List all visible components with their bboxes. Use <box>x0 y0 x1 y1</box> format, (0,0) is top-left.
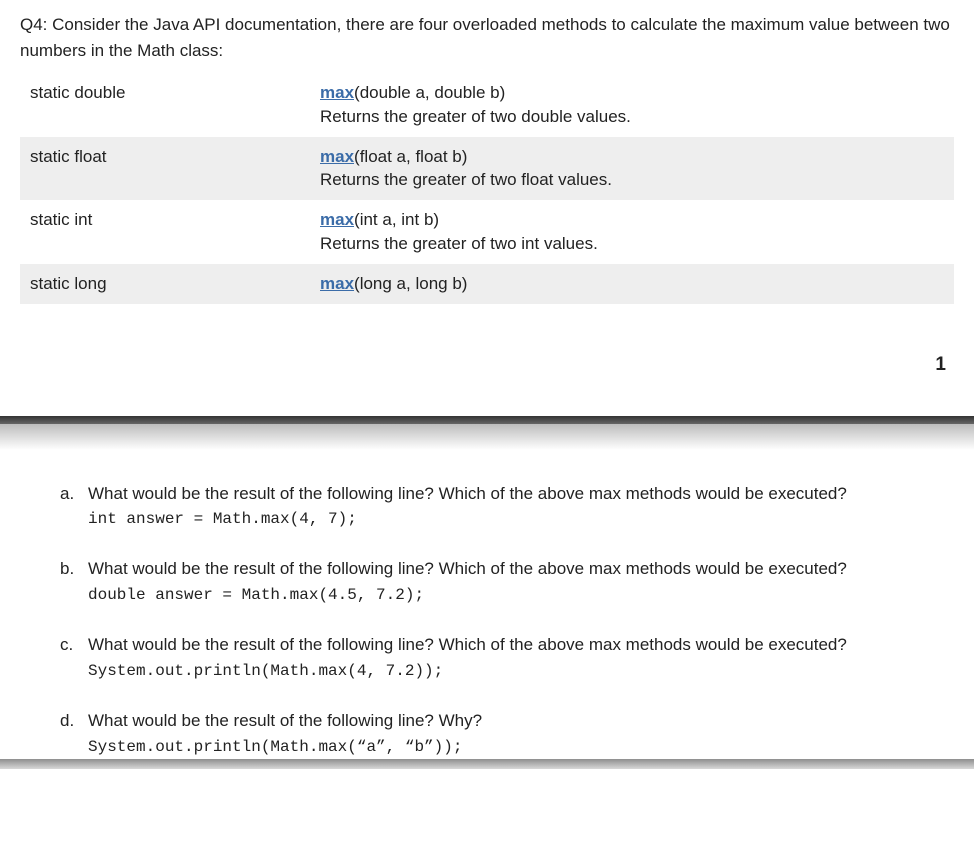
list-item: d. What would be the result of the follo… <box>60 709 954 759</box>
return-type: static long <box>20 264 310 304</box>
page-number: 1 <box>0 304 974 416</box>
return-type: static double <box>20 73 310 137</box>
code-line: double answer = Math.max(4.5, 7.2); <box>88 584 954 607</box>
method-cell: max(double a, double b) Returns the grea… <box>310 73 954 137</box>
table-row: static double max(double a, double b) Re… <box>20 73 954 137</box>
list-item: c. What would be the result of the follo… <box>60 633 954 683</box>
table-row: static float max(float a, float b) Retur… <box>20 137 954 201</box>
method-desc: Returns the greater of two double values… <box>320 105 944 129</box>
return-type: static int <box>20 200 310 264</box>
method-params: (double a, double b) <box>354 83 505 102</box>
code-line: System.out.println(Math.max(4, 7.2)); <box>88 660 954 683</box>
item-text: What would be the result of the followin… <box>88 559 847 578</box>
method-desc: Returns the greater of two float values. <box>320 168 944 192</box>
method-link[interactable]: max <box>320 83 354 102</box>
page-top: Q4: Consider the Java API documentation,… <box>0 0 974 304</box>
method-link[interactable]: max <box>320 210 354 229</box>
item-marker: b. <box>60 557 74 582</box>
item-marker: a. <box>60 482 74 507</box>
subquestions-section: a. What would be the result of the follo… <box>0 458 974 759</box>
method-params: (float a, float b) <box>354 147 467 166</box>
item-text: What would be the result of the followin… <box>88 484 847 503</box>
method-params: (long a, long b) <box>354 274 467 293</box>
code-line: int answer = Math.max(4, 7); <box>88 508 954 531</box>
item-text: What would be the result of the followin… <box>88 711 482 730</box>
method-params: (int a, int b) <box>354 210 439 229</box>
table-row: static int max(int a, int b) Returns the… <box>20 200 954 264</box>
list-item: b. What would be the result of the follo… <box>60 557 954 607</box>
method-cell: max(int a, int b) Returns the greater of… <box>310 200 954 264</box>
method-desc: Returns the greater of two int values. <box>320 232 944 256</box>
method-cell: max(long a, long b) <box>310 264 954 304</box>
bottom-shadow <box>0 759 974 769</box>
method-link[interactable]: max <box>320 274 354 293</box>
method-cell: max(float a, float b) Returns the greate… <box>310 137 954 201</box>
item-marker: c. <box>60 633 73 658</box>
question-heading: Q4: Consider the Java API documentation,… <box>20 12 954 63</box>
code-line: System.out.println(Math.max(“a”, “b”)); <box>88 736 954 759</box>
item-marker: d. <box>60 709 74 734</box>
return-type: static float <box>20 137 310 201</box>
list-item: a. What would be the result of the follo… <box>60 482 954 532</box>
table-row: static long max(long a, long b) <box>20 264 954 304</box>
api-table: static double max(double a, double b) Re… <box>20 73 954 304</box>
method-link[interactable]: max <box>320 147 354 166</box>
page-divider <box>0 416 974 458</box>
item-text: What would be the result of the followin… <box>88 635 847 654</box>
